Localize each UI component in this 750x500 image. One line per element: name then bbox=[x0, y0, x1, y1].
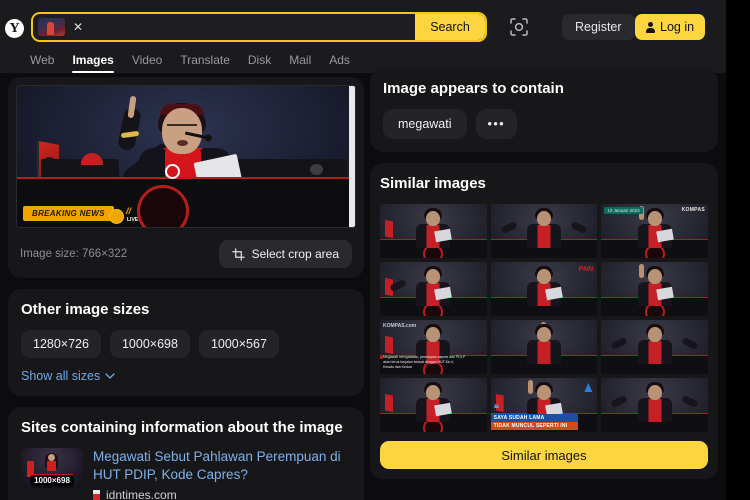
site-thumbnail[interactable]: 1000×698 bbox=[21, 448, 83, 488]
size-chip-1[interactable]: 1000×698 bbox=[109, 330, 190, 358]
similar-images-card: Similar images 10 Januari 2023 KOMPAS PN… bbox=[370, 163, 718, 479]
sites-containing-image-card: Sites containing information about the i… bbox=[8, 407, 364, 500]
overlay-channel-logo: KOMPAS bbox=[681, 207, 705, 213]
overlay-channel-logo: PNN bbox=[578, 266, 594, 273]
image-contains-card: Image appears to contain megawati ••• bbox=[370, 68, 718, 152]
nav-item-images[interactable]: Images bbox=[72, 47, 115, 73]
login-button-label: Log in bbox=[660, 20, 695, 34]
chevron-down-icon bbox=[105, 373, 115, 379]
search-input[interactable]: ✕ bbox=[33, 14, 415, 40]
overlay-channel-logo: KOMPAS.com bbox=[383, 323, 417, 329]
page-right-gutter bbox=[726, 0, 750, 500]
size-chip-2[interactable]: 1000×567 bbox=[198, 330, 279, 358]
image-tag-list: megawati ••• bbox=[383, 109, 705, 139]
other-sizes-title: Other image sizes bbox=[21, 301, 150, 318]
more-tags-button[interactable]: ••• bbox=[475, 109, 518, 139]
similar-image-tile[interactable] bbox=[380, 378, 487, 432]
register-button[interactable]: Register bbox=[562, 14, 635, 40]
overlay-date-badge: 10 Januari 2023 bbox=[604, 207, 643, 214]
nav-item-video[interactable]: Video bbox=[132, 47, 162, 73]
site-domain-row: idntimes.com bbox=[93, 488, 351, 500]
crop-selection-handle[interactable] bbox=[165, 164, 180, 179]
right-column: Image appears to contain megawati ••• Si… bbox=[370, 68, 718, 479]
similar-image-tile[interactable]: ❝ SAYA SUDAH LAMA TIDAK MUNCUL SEPERTI I… bbox=[490, 378, 598, 432]
yandex-images-page: Y ✕ Search Register Log in Web Images Vi… bbox=[0, 0, 726, 500]
site-result-row: 1000×698 Megawati Sebut Pahlawan Perempu… bbox=[21, 448, 351, 500]
size-chip-0[interactable]: 1280×726 bbox=[21, 330, 101, 358]
nav-item-translate[interactable]: Translate bbox=[180, 47, 230, 73]
similar-image-tile[interactable]: KOMPAS.com Megawati mengatakan, penetapa… bbox=[380, 320, 487, 374]
clear-search-icon[interactable]: ✕ bbox=[69, 18, 87, 36]
site-result-title[interactable]: Megawati Sebut Pahlawan Perempuan di HUT… bbox=[93, 448, 351, 483]
similar-image-tile[interactable]: PNN bbox=[490, 262, 598, 316]
live-badge: LIVE bbox=[127, 217, 139, 223]
similar-images-grid: 10 Januari 2023 KOMPAS PNN KOMPAS.com Me… bbox=[380, 204, 708, 432]
image-chip-thumbnail bbox=[38, 18, 65, 36]
site-domain-label[interactable]: idntimes.com bbox=[106, 488, 177, 500]
select-crop-area-label: Select crop area bbox=[251, 247, 339, 261]
similar-image-tile[interactable]: 10 Januari 2023 KOMPAS bbox=[601, 204, 708, 258]
overlay-lower-third: Megawati mengatakan, penetapan capres da… bbox=[380, 355, 465, 370]
favicon-icon bbox=[93, 489, 100, 500]
sites-title: Sites containing information about the i… bbox=[21, 419, 343, 436]
image-preview-card: BREAKING NEWS // LIVE Image size: 766×32… bbox=[8, 77, 364, 278]
select-crop-area-button[interactable]: Select crop area bbox=[218, 240, 352, 268]
show-all-sizes-label: Show all sizes bbox=[21, 369, 101, 383]
nav-item-disk[interactable]: Disk bbox=[248, 47, 271, 73]
crop-icon bbox=[231, 247, 245, 261]
search-button[interactable]: Search bbox=[415, 14, 485, 40]
other-image-sizes-card: Other image sizes 1280×726 1000×698 1000… bbox=[8, 289, 364, 396]
nav-item-web[interactable]: Web bbox=[30, 47, 54, 73]
image-lens-icon[interactable] bbox=[506, 14, 532, 40]
similar-image-tile[interactable] bbox=[601, 320, 708, 374]
page-header: Y ✕ Search Register Log in bbox=[0, 0, 726, 47]
similar-image-tile[interactable] bbox=[380, 262, 487, 316]
image-tag-megawati[interactable]: megawati bbox=[383, 109, 467, 139]
similar-image-tile[interactable] bbox=[601, 378, 708, 432]
overlay-channel-logo bbox=[584, 383, 593, 392]
nav-item-mail[interactable]: Mail bbox=[289, 47, 311, 73]
main-image-preview[interactable]: BREAKING NEWS // LIVE bbox=[16, 85, 356, 228]
live-globe-icon bbox=[109, 209, 124, 224]
yandex-logo-icon[interactable]: Y bbox=[5, 19, 24, 38]
login-button[interactable]: Log in bbox=[635, 14, 706, 40]
other-sizes-list: 1280×726 1000×698 1000×567 bbox=[21, 330, 351, 358]
similar-image-tile[interactable] bbox=[490, 204, 598, 258]
image-contains-title: Image appears to contain bbox=[383, 80, 564, 97]
overlay-caption: SAYA SUDAH LAMA TIDAK MUNCUL SEPERTI INI bbox=[490, 414, 579, 430]
overlay-caption-line-2: TIDAK MUNCUL SEPERTI INI bbox=[490, 422, 579, 430]
nav-item-ads[interactable]: Ads bbox=[329, 47, 350, 73]
left-column: BREAKING NEWS // LIVE Image size: 766×32… bbox=[8, 77, 364, 500]
show-all-sizes-link[interactable]: Show all sizes bbox=[21, 369, 351, 383]
search-box[interactable]: ✕ Search bbox=[31, 12, 487, 42]
similar-image-tile[interactable] bbox=[601, 262, 708, 316]
similar-image-tile[interactable] bbox=[490, 320, 598, 374]
overlay-caption-line-1: SAYA SUDAH LAMA bbox=[490, 414, 579, 422]
similar-images-title: Similar images bbox=[380, 175, 486, 192]
breaking-news-badge: BREAKING NEWS bbox=[23, 206, 114, 221]
site-thumbnail-size-badge: 1000×698 bbox=[30, 475, 74, 486]
person-icon bbox=[646, 21, 655, 33]
similar-images-button[interactable]: Similar images bbox=[380, 441, 708, 469]
similar-image-tile[interactable] bbox=[380, 204, 487, 258]
image-size-label: Image size: 766×322 bbox=[20, 248, 128, 260]
